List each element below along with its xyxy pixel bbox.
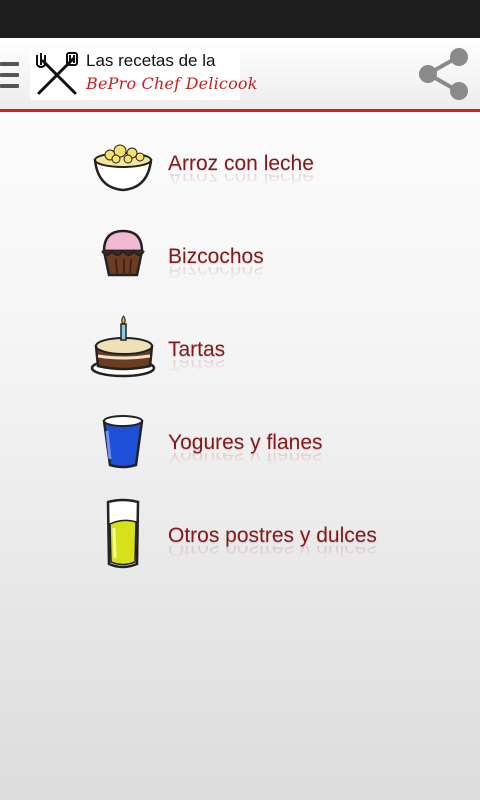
list-item-yogures-y-flanes[interactable]: Yogures y flanes Yogures y flanes	[0, 401, 480, 487]
blue-cup-icon	[102, 415, 144, 469]
fork-spatula-icon	[36, 52, 78, 95]
list-item-label: Bizcochos	[168, 245, 264, 268]
share-icon[interactable]	[418, 46, 472, 102]
list-item-label-reflection: Yogures y flanes	[168, 453, 323, 467]
logo-title: Las recetas de la	[86, 51, 216, 70]
logo-subtitle: BePro Chef Delicook	[86, 74, 258, 93]
rice-pudding-bowl-icon	[93, 144, 153, 192]
app-bar-divider	[0, 109, 480, 112]
list-item-label: Arroz con leche	[168, 152, 314, 175]
app-logo: Las recetas de la BePro Chef Delicook	[30, 48, 257, 100]
status-bar	[0, 0, 480, 38]
list-item-label-reflection: Bizcochos	[168, 267, 264, 281]
list-item-label: Tartas	[168, 338, 226, 361]
menu-icon[interactable]	[0, 60, 20, 90]
list-item-label-reflection: Arroz con leche	[168, 174, 314, 188]
list-item-label-reflection: Otros postres y dulces	[168, 546, 377, 560]
glass-icon	[106, 498, 140, 569]
list-item-bizcochos[interactable]: Bizcochos Bizcochos	[0, 215, 480, 301]
list-item-label-reflection: Tartas	[168, 360, 226, 374]
birthday-cake-icon	[90, 315, 156, 378]
list-item-arroz-con-leche[interactable]: Arroz con leche Arroz con leche	[0, 122, 480, 208]
list-item-label: Otros postres y dulces	[168, 524, 377, 547]
list-item-tartas[interactable]: Tartas Tartas	[0, 308, 480, 394]
list-item-otros-postres-y-dulces[interactable]: Otros postres y dulces Otros postres y d…	[0, 494, 480, 580]
cupcake-icon	[101, 229, 145, 277]
list-item-label: Yogures y flanes	[168, 431, 323, 454]
